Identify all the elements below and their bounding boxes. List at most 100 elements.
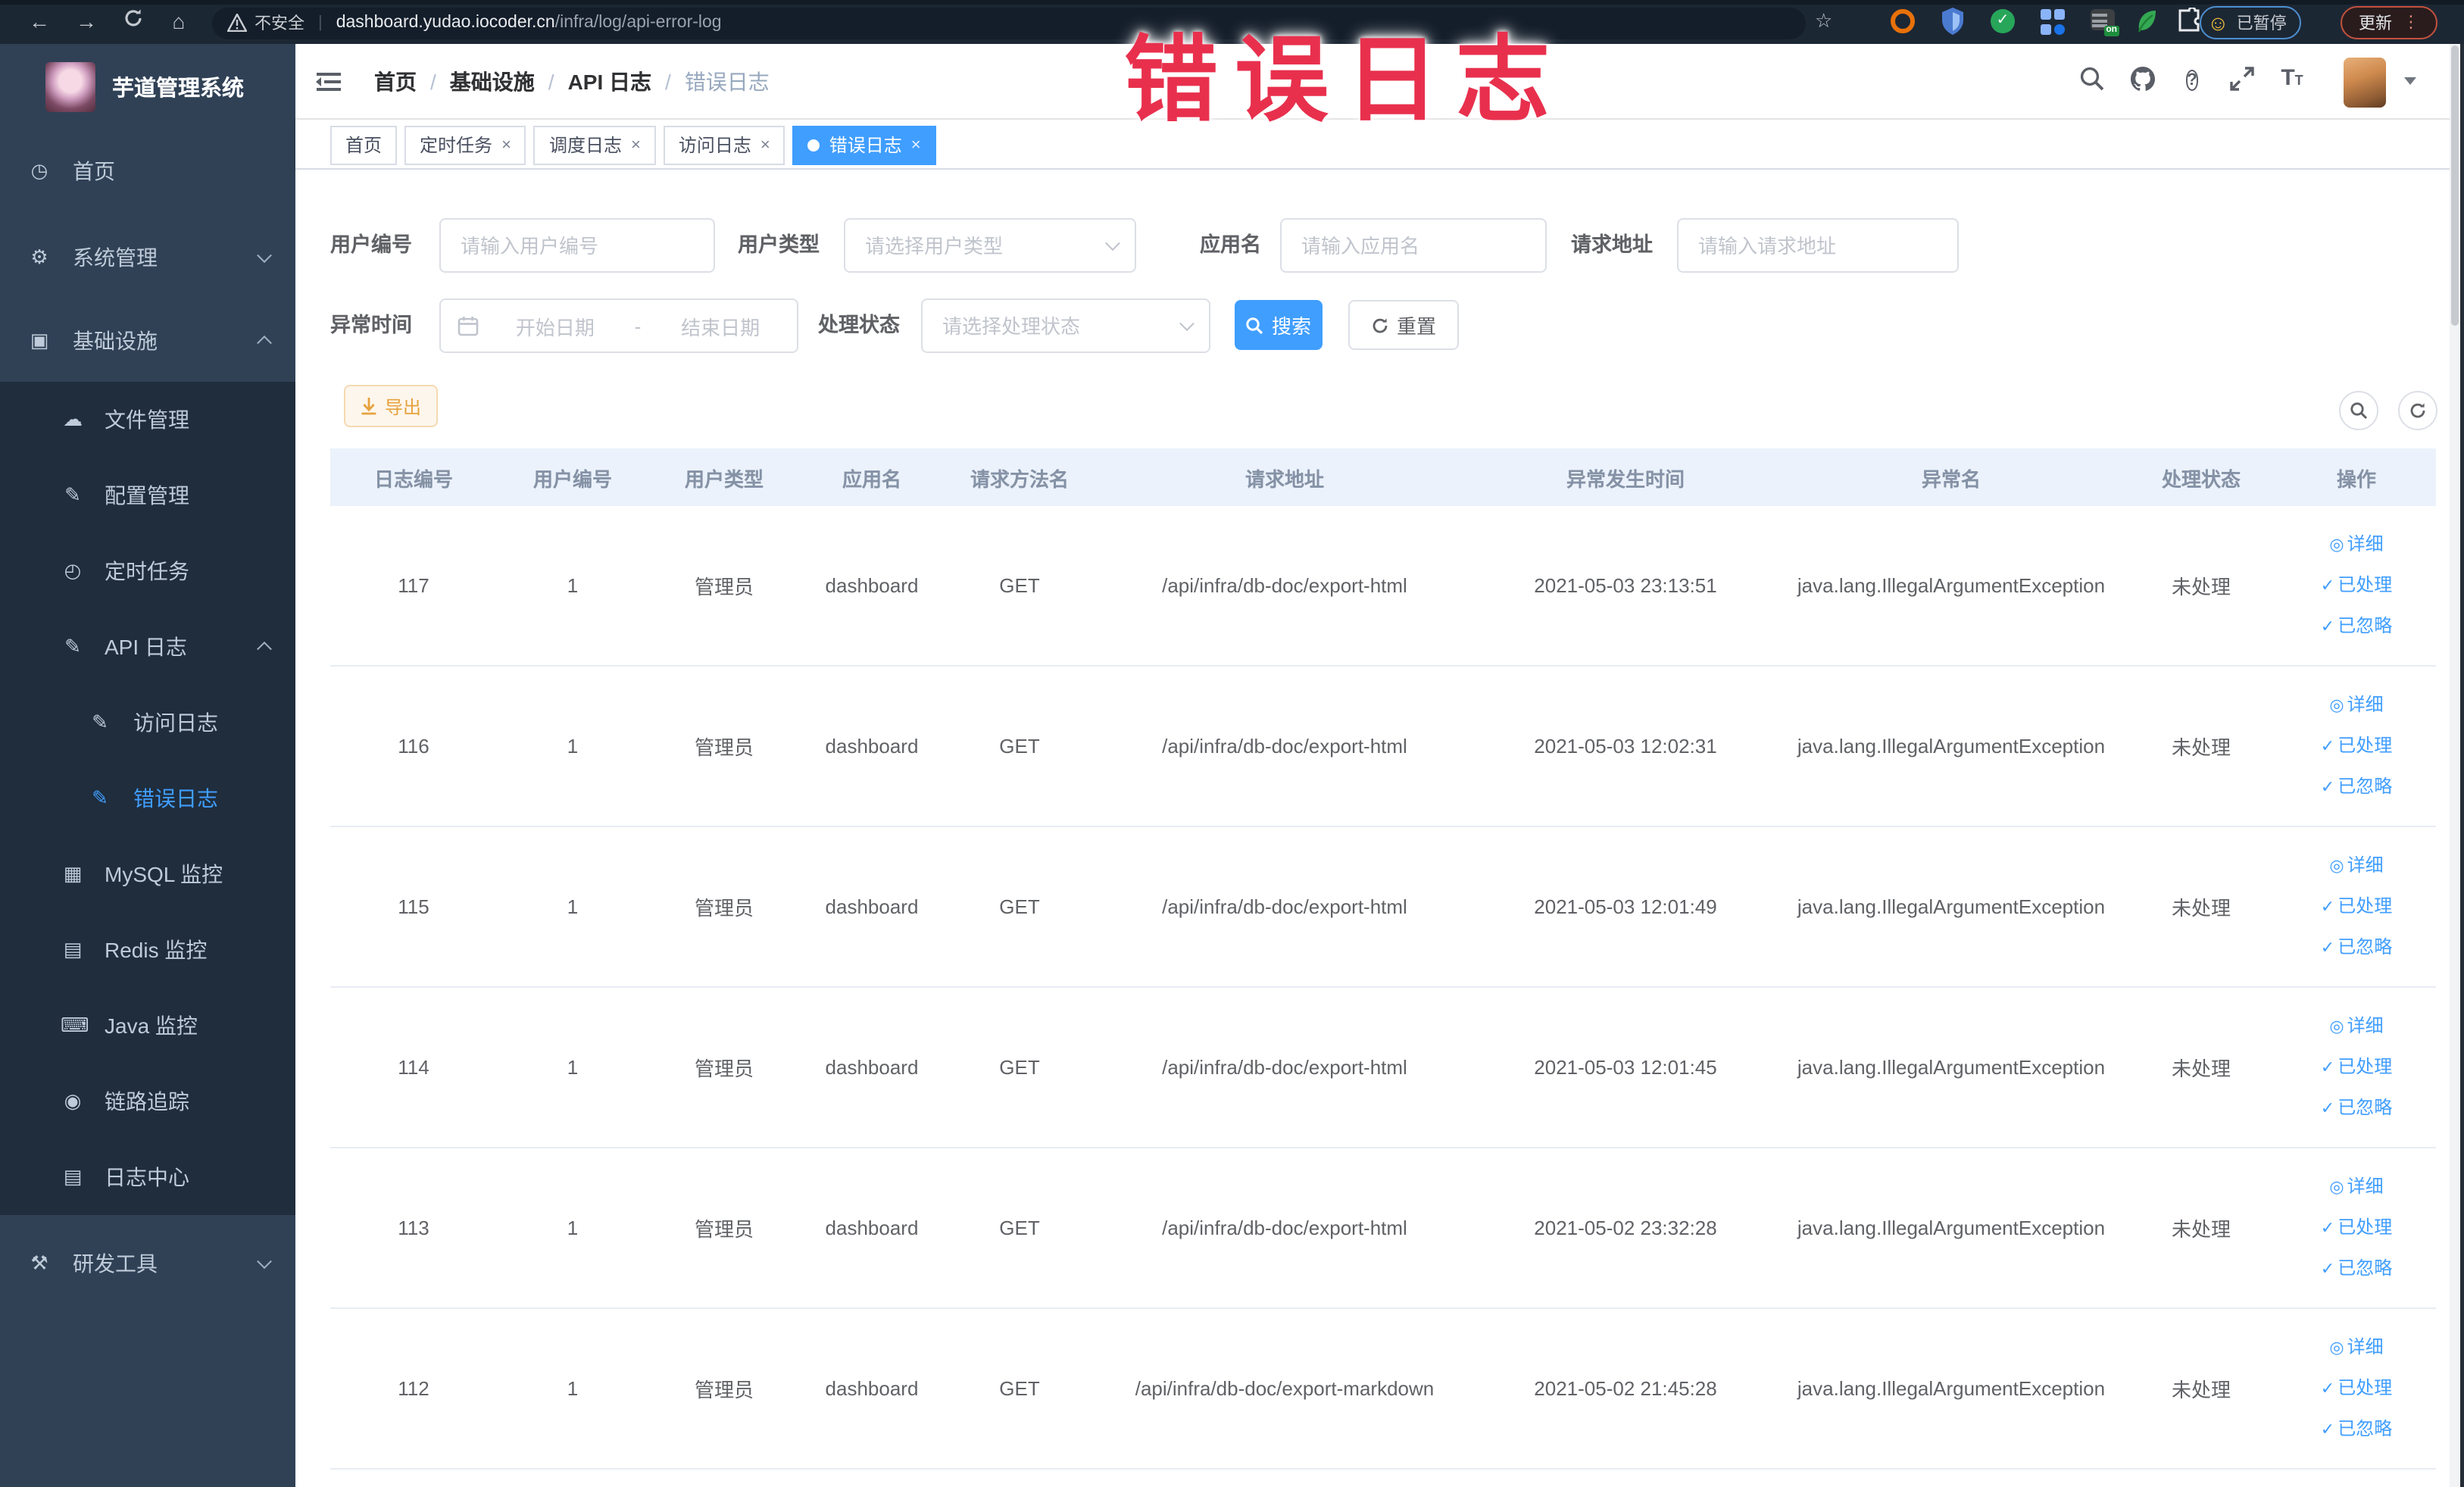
user-type-select[interactable] (844, 218, 1136, 273)
mark-ignored-link[interactable]: ✓ 已忽略 (2277, 1092, 2436, 1125)
search-button[interactable]: 搜索 (1235, 300, 1323, 350)
mark-ignored-link[interactable]: ✓ 已忽略 (2277, 931, 2436, 964)
sidebar-item-dev-tools[interactable]: ⚒ 研发工具 (0, 1221, 295, 1306)
user-id-field[interactable] (441, 220, 714, 271)
address-bar[interactable]: 不安全 | dashboard.yudao.iocoder.cn/infra/l… (212, 7, 1806, 39)
user-id-input[interactable] (439, 218, 715, 273)
cell-exception-name: java.lang.IllegalArgumentException (1797, 895, 2106, 918)
sidebar-item-system-management[interactable]: ⚙ 系统管理 (0, 215, 295, 300)
detail-label: 详细 (2347, 693, 2384, 714)
fullscreen-icon[interactable] (2225, 65, 2259, 98)
sidebar-item-log-center[interactable]: ▤ 日志中心 (0, 1139, 295, 1215)
app-name-input[interactable] (1280, 218, 1547, 273)
security-label[interactable]: 不安全 (255, 11, 304, 35)
browser-back-icon[interactable]: ← (24, 9, 55, 33)
toggle-search-button[interactable] (2339, 391, 2378, 430)
breadcrumb-item-api-logs[interactable]: API 日志 (568, 67, 651, 97)
extension-icon-green-check[interactable]: ✓ (1991, 8, 2018, 35)
mark-ignored-link[interactable]: ✓ 已忽略 (2277, 1413, 2436, 1446)
sidebar-item-infrastructure[interactable]: ▣ 基础设施 (0, 300, 295, 382)
close-icon[interactable]: × (631, 127, 641, 163)
tab-scheduled-tasks[interactable]: 定时任务 × (404, 125, 526, 164)
extension-icon-grid[interactable] (2041, 9, 2068, 36)
mark-processed-link[interactable]: ✓ 已处理 (2277, 1051, 2436, 1084)
export-button[interactable]: 导出 (344, 385, 438, 427)
sidebar-item-mysql-monitor[interactable]: ▦ MySQL 监控 (0, 836, 295, 912)
app-name-field[interactable] (1282, 220, 1545, 271)
process-status-select[interactable] (921, 298, 1210, 353)
sidebar-item-access-logs[interactable]: ✎ 访问日志 (0, 685, 295, 761)
exception-time-range-picker[interactable]: 开始日期 - 结束日期 (439, 298, 798, 353)
help-icon[interactable]: ? (2175, 65, 2209, 98)
detail-link[interactable]: ◎ 详细 (2277, 689, 2436, 722)
url-domain[interactable]: dashboard.yudao.iocoder.cn (336, 14, 555, 32)
security-warning-icon (226, 11, 248, 36)
range-start-placeholder[interactable]: 开始日期 (479, 311, 632, 340)
mark-processed-link[interactable]: ✓ 已处理 (2277, 569, 2436, 602)
breadcrumb-item-home[interactable]: 首页 (374, 67, 417, 97)
extension-icon-leaf[interactable] (2135, 8, 2162, 35)
cell-user-id: 1 (567, 1056, 579, 1079)
extension-icon-orange-ring[interactable] (1891, 8, 1918, 35)
search-icon[interactable] (2075, 65, 2109, 98)
close-icon[interactable]: × (501, 127, 511, 163)
breadcrumb-separator: / (548, 70, 554, 94)
sidebar-item-api-logs[interactable]: ✎ API 日志 (0, 609, 295, 685)
user-avatar[interactable] (2344, 58, 2386, 108)
process-status-field[interactable] (923, 300, 1209, 351)
breadcrumb-item-infrastructure[interactable]: 基础设施 (450, 67, 535, 97)
sidebar-item-link-tracing[interactable]: ◉ 链路追踪 (0, 1064, 295, 1139)
request-url-field[interactable] (1679, 220, 1957, 271)
mark-ignored-link[interactable]: ✓ 已忽略 (2277, 1252, 2436, 1286)
reset-button[interactable]: 重置 (1348, 300, 1459, 350)
browser-profile-chip[interactable]: ☺ 已暂停 (2200, 5, 2302, 39)
browser-reload-icon[interactable] (118, 8, 148, 33)
hamburger-icon[interactable] (314, 67, 344, 105)
edit-icon: ✎ (64, 483, 81, 506)
avatar-caret-down-icon[interactable] (2404, 77, 2416, 85)
ignored-label: 已忽略 (2338, 1257, 2393, 1278)
sidebar-item-file-management[interactable]: ☁ 文件管理 (0, 382, 295, 458)
font-size-icon[interactable]: TT (2275, 65, 2309, 98)
tab-access-logs[interactable]: 访问日志 × (663, 125, 785, 164)
extensions-puzzle-icon[interactable] (2175, 6, 2203, 35)
mark-processed-link[interactable]: ✓ 已处理 (2277, 1372, 2436, 1405)
detail-link[interactable]: ◎ 详细 (2277, 1170, 2436, 1204)
tab-home[interactable]: 首页 (330, 125, 398, 164)
mark-ignored-link[interactable]: ✓ 已忽略 (2277, 610, 2436, 643)
sidebar-item-redis-monitor[interactable]: ▤ Redis 监控 (0, 912, 295, 988)
tab-error-logs[interactable]: 错误日志 × (792, 125, 936, 164)
breadcrumb-item-error-logs: 错误日志 (684, 70, 770, 94)
detail-link[interactable]: ◎ 详细 (2277, 1010, 2436, 1043)
range-end-placeholder[interactable]: 结束日期 (644, 311, 797, 340)
browser-home-icon[interactable]: ⌂ (164, 9, 194, 33)
sidebar-item-config-management[interactable]: ✎ 配置管理 (0, 458, 295, 533)
browser-update-button[interactable]: 更新 ⋮ (2341, 5, 2437, 39)
detail-link[interactable]: ◎ 详细 (2277, 528, 2436, 561)
mark-ignored-link[interactable]: ✓ 已忽略 (2277, 770, 2436, 804)
close-icon[interactable]: × (760, 127, 770, 163)
page-scrollbar-thumb[interactable] (2450, 45, 2458, 326)
extension-icon-switch[interactable]: on (2091, 8, 2119, 36)
sidebar-item-label: Redis 监控 (105, 938, 208, 962)
sidebar-item-scheduled-tasks[interactable]: ◴ 定时任务 (0, 533, 295, 609)
browser-forward-icon[interactable]: → (71, 9, 101, 33)
close-icon[interactable]: × (911, 127, 921, 163)
github-icon[interactable] (2125, 65, 2159, 98)
tab-dispatch-logs[interactable]: 调度日志 × (533, 125, 656, 164)
bookmark-star-icon[interactable]: ☆ (1815, 9, 1832, 33)
mark-processed-link[interactable]: ✓ 已处理 (2277, 1211, 2436, 1245)
detail-link[interactable]: ◎ 详细 (2277, 1331, 2436, 1364)
sidebar-item-home[interactable]: ◷ 首页 (0, 129, 295, 214)
extension-icon-shield[interactable] (1941, 8, 1968, 35)
sidebar-item-java-monitor[interactable]: ⌨ Java 监控 (0, 988, 295, 1064)
detail-link[interactable]: ◎ 详细 (2277, 849, 2436, 883)
request-url-input[interactable] (1677, 218, 1959, 273)
mark-processed-link[interactable]: ✓ 已处理 (2277, 729, 2436, 763)
refresh-table-button[interactable] (2398, 391, 2437, 430)
mark-processed-link[interactable]: ✓ 已处理 (2277, 890, 2436, 923)
sidebar-logo[interactable]: 芋道管理系统 (0, 59, 295, 114)
sidebar-item-error-logs[interactable]: ✎ 错误日志 (0, 761, 295, 836)
url-path[interactable]: /infra/log/api-error-log (555, 14, 722, 32)
user-type-field[interactable] (845, 220, 1135, 271)
